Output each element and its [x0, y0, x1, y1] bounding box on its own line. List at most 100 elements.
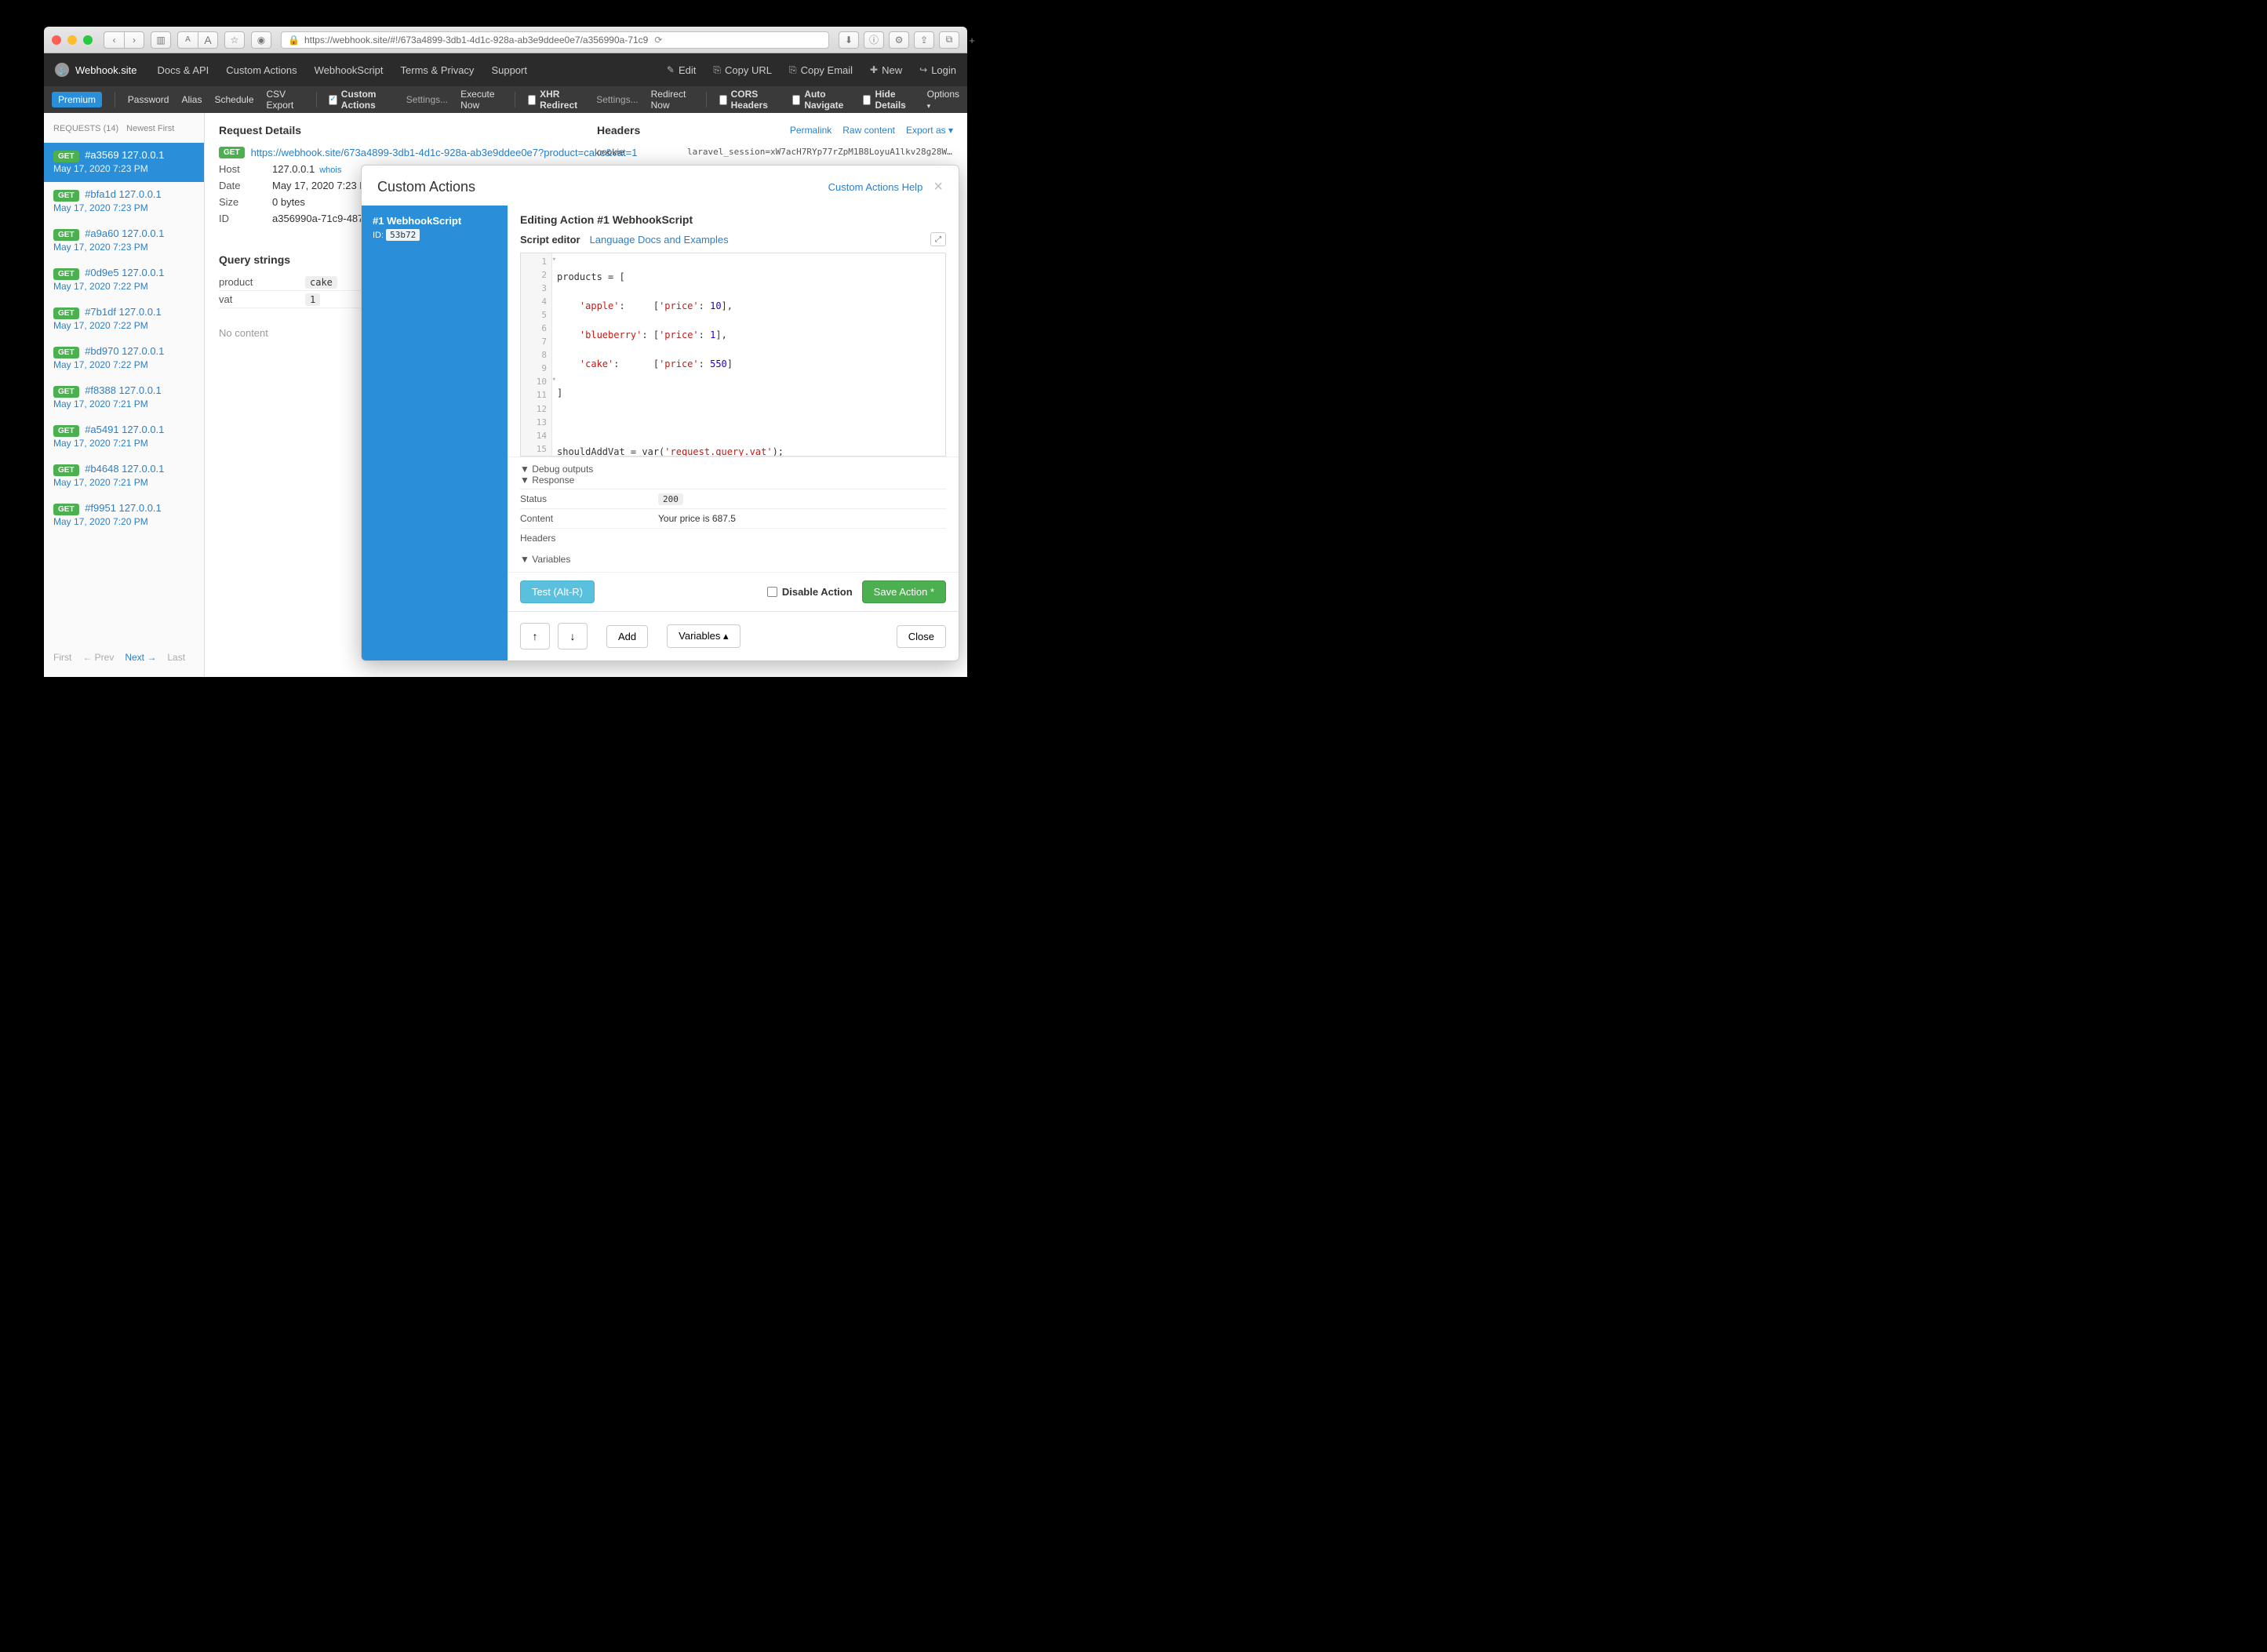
help-link[interactable]: Custom Actions Help — [828, 181, 923, 193]
nav-new[interactable]: ✚New — [870, 64, 902, 76]
nav-support[interactable]: Support — [491, 64, 527, 76]
request-id: #a3569 127.0.0.1 — [85, 149, 164, 161]
text-smaller-button[interactable]: A — [177, 31, 198, 49]
pager-prev[interactable]: ← Prev — [82, 652, 114, 663]
tb-xhr[interactable]: XHR Redirect — [528, 89, 584, 111]
sidebar-toggle-button[interactable]: ▥ — [151, 31, 171, 49]
nav-back-button[interactable]: ‹ — [104, 31, 124, 49]
pager-first[interactable]: First — [53, 652, 71, 663]
nav-forward-button[interactable]: › — [124, 31, 144, 49]
request-item[interactable]: GET #bfa1d 127.0.0.1May 17, 2020 7:23 PM — [44, 182, 204, 221]
new-tab-button[interactable]: + — [964, 27, 980, 53]
variables-toggle[interactable]: ▼ Variables — [520, 554, 946, 565]
request-item[interactable]: GET #7b1df 127.0.0.1May 17, 2020 7:22 PM — [44, 300, 204, 339]
copy-icon: ⎘ — [789, 64, 797, 76]
method-badge: GET — [53, 229, 79, 241]
request-time: May 17, 2020 7:23 PM — [53, 163, 195, 174]
requests-count: REQUESTS (14) — [53, 124, 118, 133]
info-button[interactable]: ⓘ — [864, 31, 884, 49]
login-icon: ↪ — [919, 64, 927, 75]
brand[interactable]: ⚓ Webhook.site — [55, 63, 137, 77]
lock-icon: 🔒 — [288, 35, 300, 45]
request-item[interactable]: GET #a9a60 127.0.0.1May 17, 2020 7:23 PM — [44, 221, 204, 260]
url-bar[interactable]: 🔒 https://webhook.site/#!/673a4899-3db1-… — [281, 31, 829, 49]
close-button[interactable]: Close — [897, 625, 946, 648]
test-button[interactable]: Test (Alt-R) — [520, 580, 595, 603]
nav-login[interactable]: ↪Login — [919, 64, 956, 76]
pager-last[interactable]: Last — [167, 652, 185, 663]
nav-copy-url[interactable]: ⎘Copy URL — [713, 64, 772, 76]
request-time: May 17, 2020 7:20 PM — [53, 516, 195, 527]
request-item[interactable]: GET #b4648 127.0.0.1May 17, 2020 7:21 PM — [44, 457, 204, 496]
debug-outputs-toggle[interactable]: ▼ Debug outputs — [520, 464, 946, 475]
tb-redirect[interactable]: Redirect Now — [651, 89, 693, 111]
request-id: #bfa1d 127.0.0.1 — [85, 188, 162, 200]
pager-next[interactable]: Next → — [125, 652, 156, 663]
window-zoom-button[interactable] — [83, 35, 93, 45]
tb-password[interactable]: Password — [128, 94, 169, 105]
tb-cors[interactable]: CORS Headers — [719, 89, 781, 111]
tb-alias[interactable]: Alias — [181, 94, 202, 105]
disable-action-checkbox[interactable]: Disable Action — [767, 586, 853, 598]
bookmark-button[interactable]: ☆ — [224, 31, 245, 49]
tb-execute[interactable]: Execute Now — [460, 89, 502, 111]
text-larger-button[interactable]: A — [198, 31, 218, 49]
action-list: #1 WebhookScript ID: 53b72 — [362, 206, 508, 660]
tabs-button[interactable]: ⧉ — [939, 31, 959, 49]
request-id: #a5491 127.0.0.1 — [85, 424, 164, 435]
tb-settings2[interactable]: Settings... — [596, 94, 638, 105]
variables-button[interactable]: Variables ▴ — [667, 624, 740, 648]
request-item[interactable]: GET #f8388 127.0.0.1May 17, 2020 7:21 PM — [44, 378, 204, 417]
tb-csv[interactable]: CSV Export — [267, 89, 304, 111]
settings-button[interactable]: ⚙ — [889, 31, 909, 49]
download-button[interactable]: ⬇ — [839, 31, 859, 49]
request-item[interactable]: GET #f9951 127.0.0.1May 17, 2020 7:20 PM — [44, 496, 204, 535]
tb-schedule[interactable]: Schedule — [214, 94, 253, 105]
nav-copy-email[interactable]: ⎘Copy Email — [789, 64, 853, 76]
whois-link[interactable]: whois — [319, 166, 341, 175]
tb-custom-actions[interactable]: Custom Actions — [329, 89, 393, 111]
tb-settings1[interactable]: Settings... — [406, 94, 448, 105]
window-minimize-button[interactable] — [67, 35, 77, 45]
host-value: 127.0.0.1 — [272, 163, 315, 175]
qs-key: product — [219, 276, 305, 288]
expand-icon[interactable]: ⤢ — [930, 232, 946, 246]
code-editor[interactable]: 123456789101112131415161718192021 produc… — [520, 253, 946, 457]
add-button[interactable]: Add — [606, 625, 648, 648]
reload-icon[interactable]: ⟳ — [654, 35, 662, 45]
nav-webhookscript[interactable]: WebhookScript — [315, 64, 384, 76]
script-editor-label: Script editor — [520, 234, 580, 246]
response-toggle[interactable]: ▼ Response — [520, 475, 946, 486]
request-item[interactable]: GET #bd970 127.0.0.1May 17, 2020 7:22 PM — [44, 339, 204, 378]
traffic-lights — [52, 35, 93, 45]
share-button[interactable]: ⇪ — [914, 31, 934, 49]
toolbar: Premium Password Alias Schedule CSV Expo… — [44, 86, 967, 113]
compass-button[interactable]: ◉ — [251, 31, 271, 49]
save-action-button[interactable]: Save Action * — [862, 580, 946, 603]
premium-badge[interactable]: Premium — [52, 92, 102, 107]
docs-link[interactable]: Language Docs and Examples — [590, 234, 729, 246]
method-badge: GET — [53, 464, 79, 476]
tb-hide[interactable]: Hide Details — [863, 89, 914, 111]
request-time: May 17, 2020 7:22 PM — [53, 281, 195, 292]
request-url[interactable]: https://webhook.site/673a4899-3db1-4d1c-… — [251, 147, 638, 158]
request-id: #0d9e5 127.0.0.1 — [85, 267, 164, 278]
checkbox-icon — [863, 95, 871, 105]
tb-autonav[interactable]: Auto Navigate — [792, 89, 850, 111]
qs-val: cake — [305, 276, 337, 289]
nav-docs[interactable]: Docs & API — [158, 64, 209, 76]
close-icon[interactable]: × — [933, 178, 943, 196]
sort-toggle[interactable]: Newest First — [126, 124, 174, 133]
window-close-button[interactable] — [52, 35, 61, 45]
move-up-button[interactable]: ↑ — [520, 623, 550, 650]
request-item[interactable]: GET #a5491 127.0.0.1May 17, 2020 7:21 PM — [44, 417, 204, 457]
nav-terms[interactable]: Terms & Privacy — [401, 64, 475, 76]
nav-custom-actions[interactable]: Custom Actions — [226, 64, 297, 76]
move-down-button[interactable]: ↓ — [558, 623, 588, 650]
request-id: #f8388 127.0.0.1 — [85, 384, 162, 396]
nav-edit[interactable]: ✎Edit — [667, 64, 696, 76]
request-item[interactable]: GET #a3569 127.0.0.1May 17, 2020 7:23 PM — [44, 143, 204, 182]
tb-options[interactable]: Options — [927, 89, 959, 111]
request-item[interactable]: GET #0d9e5 127.0.0.1May 17, 2020 7:22 PM — [44, 260, 204, 300]
action-item[interactable]: #1 WebhookScript ID: 53b72 — [362, 206, 508, 249]
